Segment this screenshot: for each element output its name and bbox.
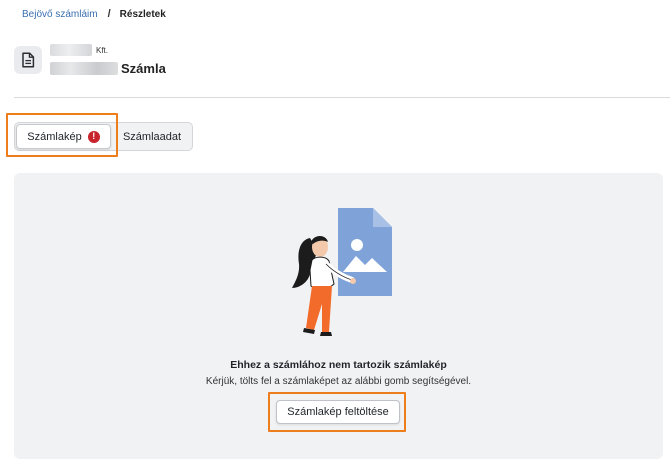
breadcrumb-current: Részletek (119, 8, 166, 20)
tab-invoice-data-label: Számlaadat (122, 130, 182, 143)
tab-invoice-image[interactable]: Számlakép ! (16, 124, 111, 149)
company-name-row: Kft. (50, 44, 108, 56)
document-icon (14, 46, 42, 74)
invoice-details-page: Bejövő számláim / Részletek Kft. Számla … (0, 0, 670, 471)
document-title-row: Számla (50, 61, 166, 76)
header-divider (14, 97, 670, 98)
person-holding-image-illustration (292, 208, 392, 336)
company-suffix: Kft. (96, 45, 109, 55)
empty-state-title: Ehhez a számlához nem tartozik számlakép (230, 359, 447, 371)
tab-invoice-data[interactable]: Számlaadat (112, 124, 192, 149)
upload-invoice-image-button[interactable]: Számlakép feltöltése (276, 400, 400, 424)
tab-invoice-image-label: Számlakép (27, 130, 82, 143)
error-alert-icon: ! (87, 130, 100, 143)
breadcrumb: Bejövő számláim / Részletek (22, 8, 166, 20)
breadcrumb-separator: / (107, 8, 111, 20)
breadcrumb-link-incoming-invoices[interactable]: Bejövő számláim (22, 9, 98, 20)
redacted-company-name (50, 44, 92, 56)
document-type-title: Számla (121, 61, 166, 76)
redacted-invoice-number (50, 62, 118, 75)
empty-state-subtitle: Kérjük, tölts fel a számlaképet az alább… (205, 376, 472, 387)
